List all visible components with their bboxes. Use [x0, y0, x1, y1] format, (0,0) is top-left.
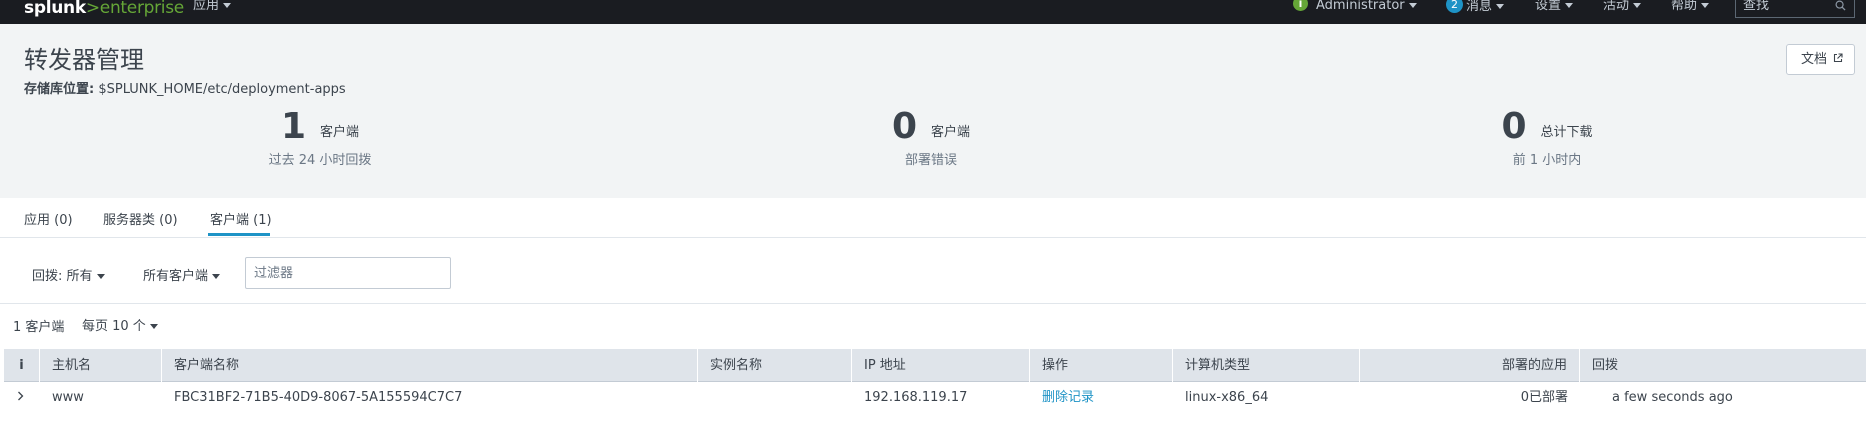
stat-caption: 过去 24 小时回拨	[268, 153, 372, 168]
tab-bar: 应用 (0) 服务器类 (0) 客户端 (1)	[0, 198, 1866, 238]
messages-menu[interactable]: 2 消息	[1446, 0, 1505, 14]
messages-menu-label: 消息	[1466, 0, 1493, 14]
column-header-info: i	[4, 349, 40, 382]
expand-row-button[interactable]	[4, 382, 40, 414]
per-page-dropdown[interactable]: 每页 10 个	[82, 315, 158, 334]
stat-value: 1	[280, 106, 307, 147]
stat-clients-phoned-home: 1 客户端 过去 24 小时回拨	[230, 106, 410, 169]
results-count-row: 1 客户端 每页 10 个	[0, 305, 1866, 347]
docs-button-label: 文档	[1801, 52, 1828, 67]
stat-deployment-errors: 0 客户端 部署错误	[851, 106, 1011, 169]
chevron-down-icon	[96, 274, 105, 279]
repository-location: 存储库位置: $SPLUNK_HOME/etc/deployment-apps	[24, 78, 346, 97]
tab-clients[interactable]: 客户端 (1)	[210, 209, 272, 228]
logo-main: splunk	[24, 0, 86, 18]
docs-button[interactable]: 文档	[1786, 44, 1855, 75]
column-header-client-name[interactable]: 客户端名称	[162, 349, 698, 382]
chevron-down-icon	[223, 3, 232, 8]
stat-value: 0	[1501, 106, 1527, 147]
column-header-instance-name[interactable]: 实例名称	[698, 349, 852, 382]
table-header: i 主机名 客户端名称 实例名称 IP 地址 操作 计算机类型 部署的应用 回拨	[4, 349, 1866, 382]
column-header-actions: 操作	[1030, 349, 1173, 382]
activity-menu-label: 活动	[1603, 0, 1630, 13]
filter-input[interactable]	[245, 257, 451, 289]
search-icon	[1835, 0, 1846, 11]
clients-filter-label: 所有客户端	[143, 269, 209, 284]
cell-instance-name	[698, 382, 852, 414]
stat-value: 0	[891, 106, 918, 147]
apps-menu-label: 应用	[193, 0, 220, 13]
stat-caption: 前 1 小时内	[1512, 153, 1582, 168]
logo-sub: enterprise	[99, 0, 184, 18]
stat-caption: 部署错误	[904, 153, 957, 168]
logo-gt: >	[85, 0, 100, 18]
apps-menu[interactable]: 应用	[193, 0, 232, 14]
search-placeholder: 查找	[1743, 0, 1770, 13]
chevron-down-icon	[1408, 3, 1417, 8]
user-menu-label: Administrator	[1316, 0, 1405, 13]
chevron-down-icon	[1496, 4, 1505, 9]
clients-filter-dropdown[interactable]: 所有客户端	[143, 265, 221, 284]
search-input[interactable]: 查找	[1735, 0, 1855, 18]
column-header-deployed-apps[interactable]: 部署的应用	[1360, 349, 1580, 382]
chevron-down-icon	[212, 274, 221, 279]
table-row: www FBC31BF2-71B5-40D9-8067-5A155594C7C7…	[4, 382, 1866, 414]
phonehome-filter-label: 回拨: 所有	[32, 269, 93, 284]
stat-unit: 客户端	[320, 125, 360, 140]
chevron-down-icon	[1633, 3, 1642, 8]
activity-menu[interactable]: 活动	[1603, 0, 1642, 13]
user-menu[interactable]: i Administrator	[1293, 0, 1417, 12]
info-icon: i	[1293, 0, 1308, 11]
column-header-machine-type[interactable]: 计算机类型	[1173, 349, 1360, 382]
tab-server-classes[interactable]: 服务器类 (0)	[103, 209, 178, 228]
chevron-down-icon	[1701, 3, 1710, 8]
cell-phonehome: a few seconds ago	[1612, 390, 1733, 405]
clients-table: i 主机名 客户端名称 实例名称 IP 地址 操作 计算机类型 部署的应用 回拨…	[4, 349, 1866, 414]
cell-client-name: FBC31BF2-71B5-40D9-8067-5A155594C7C7	[174, 390, 463, 405]
cell-ip-address: 192.168.119.17	[864, 390, 968, 405]
repository-path: $SPLUNK_HOME/etc/deployment-apps	[94, 82, 346, 97]
messages-count-badge: 2	[1446, 0, 1463, 13]
external-link-icon	[1834, 53, 1843, 63]
cell-hostname: www	[52, 390, 84, 405]
help-menu[interactable]: 帮助	[1671, 0, 1710, 13]
filter-bar: 回拨: 所有 所有客户端	[0, 238, 1866, 304]
active-tab-indicator	[208, 233, 270, 236]
per-page-label: 每页 10 个	[82, 319, 146, 334]
cell-actions: 删除记录	[1030, 382, 1173, 414]
cell-deployed-apps: 0已部署	[1520, 390, 1568, 405]
stat-unit: 总计下载	[1540, 125, 1593, 140]
chevron-down-icon	[149, 324, 158, 329]
top-bar: splunk>enterprise 应用 i Administrator 2 消息 …	[0, 0, 1866, 24]
column-header-hostname[interactable]: 主机名	[40, 349, 162, 382]
phonehome-filter-dropdown[interactable]: 回拨: 所有	[32, 265, 105, 284]
page-title: 转发器管理	[24, 46, 144, 74]
tab-apps[interactable]: 应用 (0)	[24, 209, 73, 228]
results-count: 1 客户端	[13, 320, 65, 335]
splunk-logo[interactable]: splunk>enterprise	[24, 0, 184, 18]
settings-menu-label: 设置	[1535, 0, 1562, 13]
chevron-right-icon	[18, 391, 24, 401]
settings-menu[interactable]: 设置	[1535, 0, 1574, 13]
stat-unit: 客户端	[931, 125, 971, 140]
column-header-ip-address[interactable]: IP 地址	[852, 349, 1030, 382]
delete-record-link[interactable]: 删除记录	[1042, 390, 1094, 405]
cell-machine-type: linux-x86_64	[1185, 390, 1269, 405]
stat-total-downloads: 0 总计下载 前 1 小时内	[1462, 106, 1632, 169]
column-header-phonehome[interactable]: 回拨	[1580, 349, 1866, 382]
chevron-down-icon	[1565, 3, 1574, 8]
help-menu-label: 帮助	[1671, 0, 1698, 13]
page-header: 转发器管理 存储库位置: $SPLUNK_HOME/etc/deployment…	[0, 24, 1866, 198]
repository-label: 存储库位置:	[24, 82, 95, 97]
